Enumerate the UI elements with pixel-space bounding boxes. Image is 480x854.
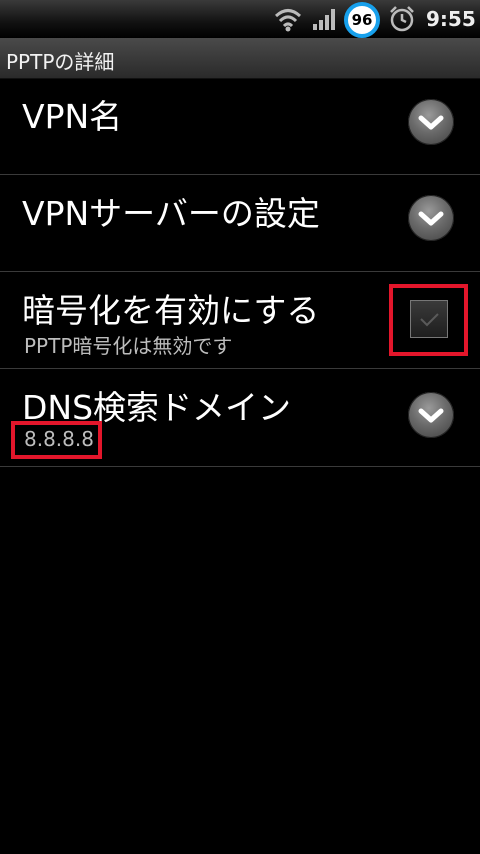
checkbox-highlight [389, 284, 468, 356]
clock: 9:55 [426, 7, 476, 31]
signal-icon [313, 9, 335, 30]
battery-icon: 96 [344, 2, 380, 38]
wifi-icon [274, 9, 302, 32]
title-bar: PPTPの詳細 [0, 38, 480, 79]
battery-level: 96 [351, 11, 373, 29]
dns-value-highlight [11, 421, 102, 459]
chevron-down-icon[interactable] [408, 392, 454, 438]
setting-title: VPN名 [22, 97, 123, 136]
setting-title: 暗号化を有効にする [22, 291, 320, 330]
chevron-down-icon[interactable] [408, 99, 454, 145]
setting-summary: PPTP暗号化は無効です [24, 334, 233, 358]
chevron-down-icon[interactable] [408, 195, 454, 241]
setting-title: VPNサーバーの設定 [22, 194, 320, 233]
status-bar: 96 9:55 [0, 0, 480, 38]
alarm-icon [390, 6, 414, 32]
page-title: PPTPの詳細 [6, 50, 115, 74]
